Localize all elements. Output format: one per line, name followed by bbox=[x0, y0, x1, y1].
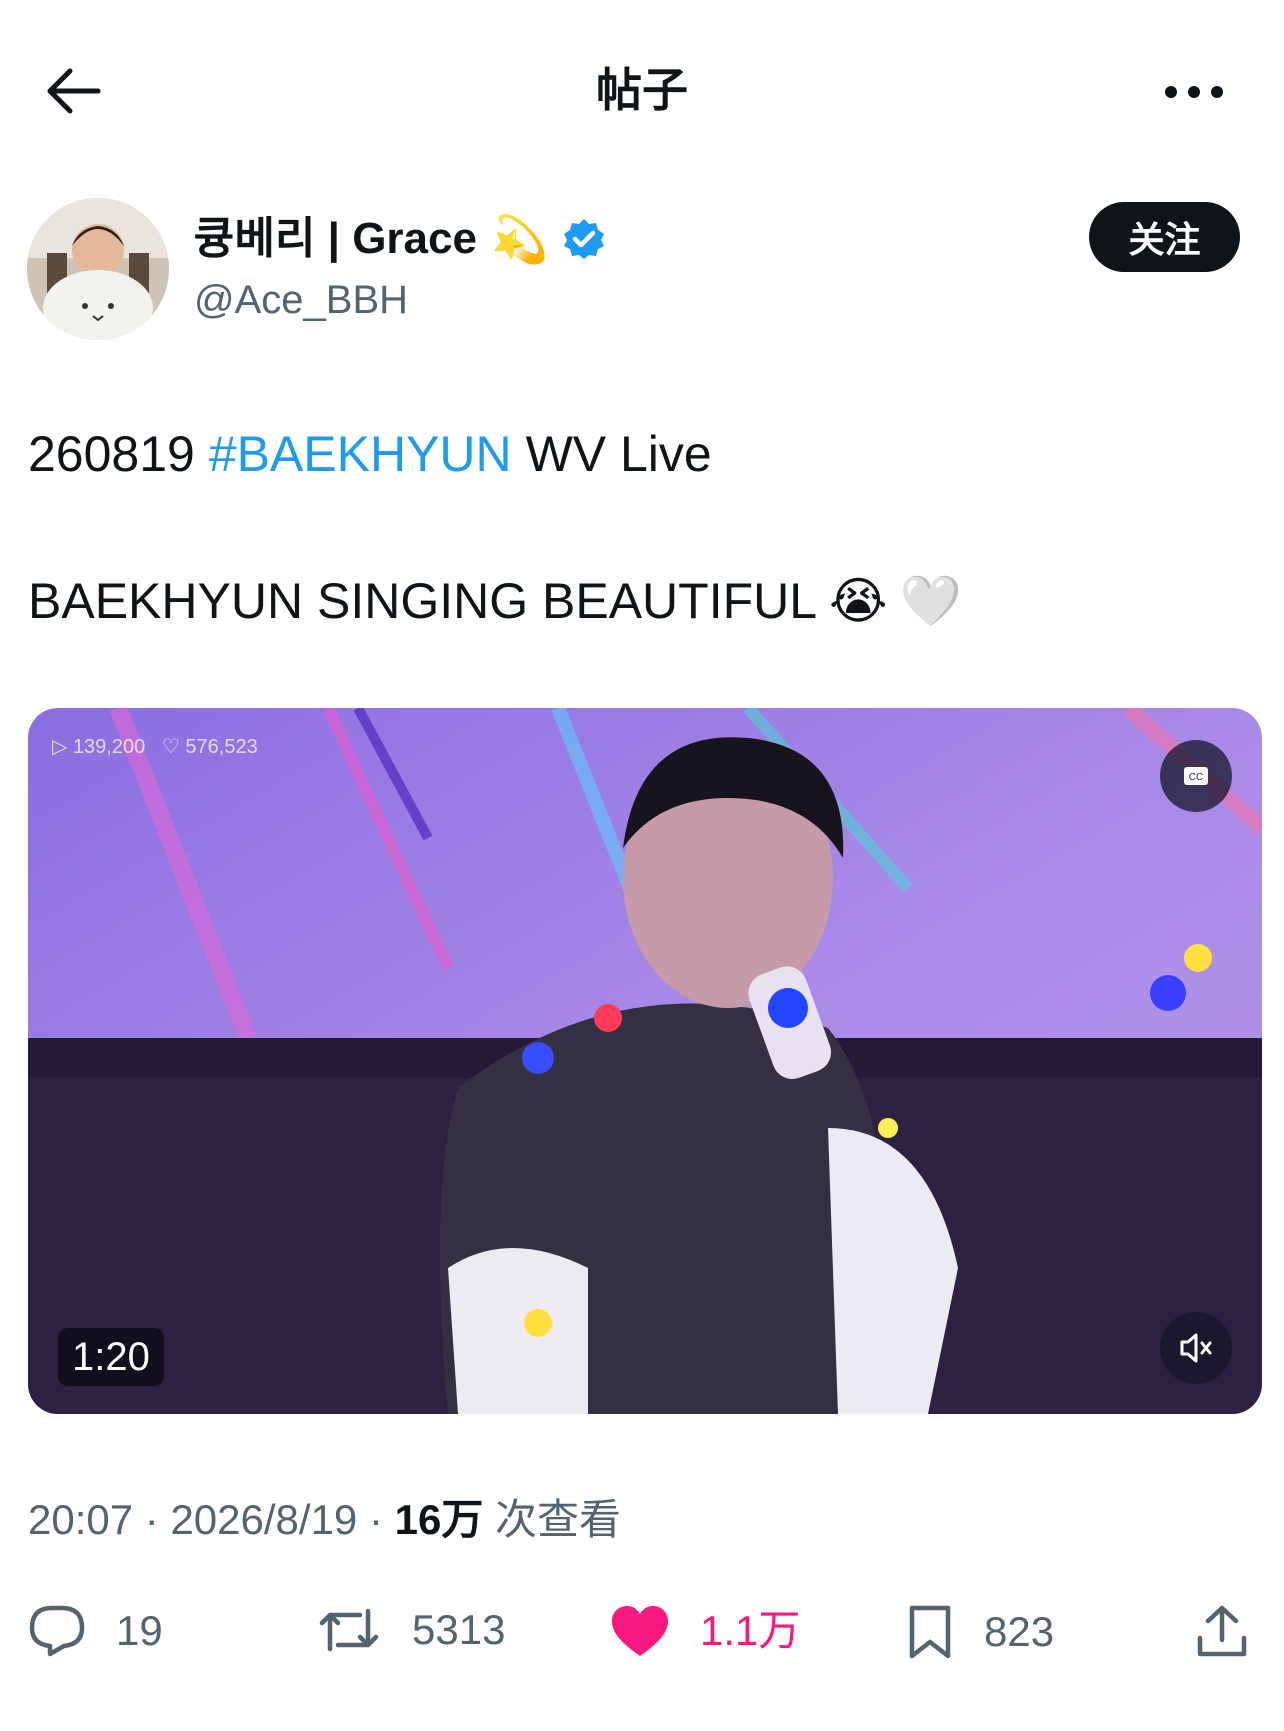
reply-count: 19 bbox=[116, 1607, 163, 1654]
bookmark-icon bbox=[909, 1605, 951, 1659]
like-count: 1.1万 bbox=[700, 1607, 801, 1654]
meta-separator: · bbox=[357, 1496, 395, 1543]
avatar-image bbox=[27, 198, 169, 340]
repost-button[interactable]: 5313 bbox=[316, 1604, 505, 1656]
dizzy-emoji: 💫 bbox=[490, 213, 549, 265]
closed-captions-icon: CC bbox=[1184, 767, 1208, 785]
video-duration: 1:20 bbox=[58, 1328, 164, 1386]
author-name-row[interactable]: 큥베리 | Grace 💫 bbox=[194, 214, 606, 264]
repost-count: 5313 bbox=[412, 1606, 506, 1653]
heart-filled-icon bbox=[612, 1606, 668, 1656]
reply-button[interactable]: 19 bbox=[28, 1604, 163, 1658]
reply-icon bbox=[29, 1605, 85, 1657]
video-player[interactable]: ▷ 139,200 ♡ 576,523 CC 1:20 bbox=[28, 708, 1262, 1414]
post-text-body: BAEKHYUN SINGING BEAUTIFUL bbox=[28, 573, 818, 629]
post-date: 2026/8/19 bbox=[170, 1496, 358, 1543]
ellipsis-icon bbox=[1165, 86, 1223, 98]
views-count: 16万 bbox=[394, 1496, 484, 1543]
share-button[interactable] bbox=[1196, 1604, 1248, 1658]
post-meta: 20:07 · 2026/8/19 · 16万 次查看 bbox=[28, 1494, 621, 1546]
video-overlay-stats: ▷ 139,200 ♡ 576,523 bbox=[52, 734, 258, 759]
post-text-line2: BAEKHYUN SINGING BEAUTIFUL 😭 🤍 bbox=[28, 570, 962, 632]
cc-label: CC bbox=[1189, 772, 1203, 783]
like-button[interactable]: 1.1万 bbox=[610, 1604, 800, 1658]
white-heart-emoji: 🤍 bbox=[899, 573, 962, 629]
crying-emoji: 😭 bbox=[829, 573, 888, 629]
verified-badge-icon bbox=[564, 219, 605, 259]
captions-button[interactable]: CC bbox=[1160, 740, 1232, 812]
post-text-suffix: WV Live bbox=[525, 426, 712, 482]
bookmark-button[interactable]: 823 bbox=[906, 1604, 1054, 1660]
overlay-likes: ♡ 576,523 bbox=[161, 736, 258, 758]
overlay-views: ▷ 139,200 bbox=[52, 736, 146, 758]
follow-button[interactable]: 关注 bbox=[1089, 202, 1240, 272]
views-label: 次查看 bbox=[483, 1496, 622, 1543]
hashtag-link[interactable]: #BAEKHYUN bbox=[209, 426, 512, 482]
author-handle[interactable]: @Ace_BBH bbox=[194, 276, 408, 324]
more-options-button[interactable] bbox=[1164, 84, 1224, 100]
meta-separator: · bbox=[133, 1496, 171, 1543]
repost-icon bbox=[319, 1608, 379, 1652]
share-icon bbox=[1197, 1605, 1247, 1657]
speaker-muted-icon bbox=[1180, 1333, 1212, 1363]
avatar[interactable] bbox=[27, 198, 169, 340]
post-date-prefix: 260819 bbox=[28, 426, 195, 482]
mute-button[interactable] bbox=[1160, 1312, 1232, 1384]
bookmark-count: 823 bbox=[984, 1608, 1055, 1655]
author-display-name: 큥베리 | Grace bbox=[194, 214, 477, 263]
post-time: 20:07 bbox=[28, 1496, 134, 1543]
post-text-line1: 260819 #BAEKHYUN WV Live bbox=[28, 424, 712, 484]
video-frame bbox=[28, 708, 1262, 1414]
page-title: 帖子 bbox=[596, 64, 688, 116]
